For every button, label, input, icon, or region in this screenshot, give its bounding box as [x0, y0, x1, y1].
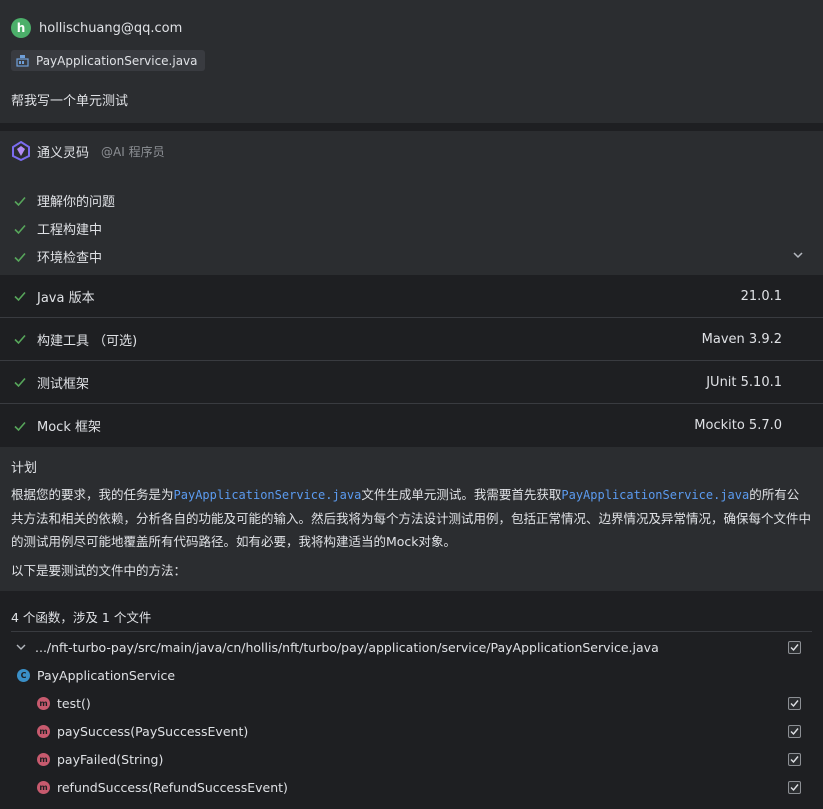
assistant-name: 通义灵码	[37, 145, 90, 161]
chevron-down-icon[interactable]	[15, 641, 27, 653]
checkbox[interactable]	[788, 780, 801, 794]
env-row-mock-framework: Mock 框架 Mockito 5.7.0	[0, 404, 823, 447]
method-icon: m	[37, 780, 50, 794]
env-label: Mock 框架	[37, 420, 101, 435]
check-icon	[14, 252, 26, 262]
file-path: .../nft-turbo-pay/src/main/java/cn/holli…	[35, 639, 659, 655]
env-value: 21.0.1	[740, 288, 782, 304]
functions-list: 4 个函数，涉及 1 个文件 .../nft-turbo-pay/src/mai…	[0, 591, 823, 809]
user-header: h hollischuang@qq.com	[11, 18, 182, 38]
check-icon	[14, 377, 26, 388]
functions-summary: 4 个函数，涉及 1 个文件	[11, 610, 152, 625]
avatar-letter: h	[16, 21, 26, 35]
user-email: hollischuang@qq.com	[39, 20, 183, 36]
step-item: 理解你的问题	[13, 191, 115, 210]
divider	[11, 631, 812, 632]
checkbox[interactable]	[788, 752, 801, 766]
method-name: paySuccess(PaySuccessEvent)	[57, 723, 249, 739]
step-item: 工程构建中	[13, 219, 102, 238]
env-row-build-tool: 构建工具 （可选) Maven 3.9.2	[0, 318, 823, 361]
file-tree-row[interactable]: .../nft-turbo-pay/src/main/java/cn/holli…	[0, 635, 823, 659]
check-icon	[14, 421, 26, 431]
assistant-header: 通义灵码 @AI 程序员	[11, 140, 165, 162]
method-icon: m	[37, 724, 50, 738]
step-item: 环境检查中	[13, 247, 102, 266]
method-tree-row[interactable]: m payFailed(String)	[0, 747, 823, 771]
env-label: Java 版本	[37, 290, 95, 306]
file-link[interactable]: PayApplicationService.java	[561, 488, 749, 502]
method-tree-row[interactable]: m refundSuccess(RefundSuccessEvent)	[0, 775, 823, 799]
environment-check-table: Java 版本 21.0.1 构建工具 （可选) Maven 3.9.2 测试框…	[0, 275, 823, 447]
user-message-text: 帮我写一个单元测试	[11, 94, 129, 109]
check-icon	[14, 224, 26, 234]
checkbox-checked-icon	[790, 783, 799, 791]
env-value: Mockito 5.7.0	[694, 418, 782, 433]
method-name: test()	[57, 695, 91, 711]
method-tree-row[interactable]: m paySuccess(PaySuccessEvent)	[0, 719, 823, 743]
class-icon: C	[17, 668, 30, 682]
check-icon	[14, 334, 26, 345]
plan-text-segment: 文件生成单元测试。我需要首先获取	[361, 487, 562, 502]
checkbox-checked-icon	[790, 755, 799, 763]
assistant-role: @AI 程序员	[101, 144, 165, 159]
checkbox[interactable]	[788, 640, 801, 654]
checkbox-checked-icon	[790, 643, 799, 651]
env-label: 构建工具 （可选)	[37, 333, 138, 349]
method-name: payFailed(String)	[57, 751, 164, 767]
checkbox[interactable]	[788, 724, 801, 738]
check-icon	[14, 196, 26, 206]
user-avatar: h	[11, 18, 31, 38]
plan-title: 计划	[11, 461, 38, 476]
env-value: Maven 3.9.2	[701, 331, 782, 347]
method-icon: m	[37, 752, 50, 766]
check-icon	[14, 291, 26, 302]
checkbox-checked-icon	[790, 699, 799, 707]
plan-description: 根据您的要求，我的任务是为PayApplicationService.java文…	[11, 483, 811, 553]
method-tree-row[interactable]: m test()	[0, 691, 823, 715]
attached-file-name: PayApplicationService.java	[36, 53, 198, 68]
checkbox[interactable]	[788, 696, 801, 710]
step-label: 环境检查中	[37, 251, 103, 266]
chevron-down-icon[interactable]	[791, 248, 805, 262]
file-link[interactable]: PayApplicationService.java	[174, 488, 362, 502]
checkbox-checked-icon	[790, 727, 799, 735]
plan-text-segment: 根据您的要求，我的任务是为	[11, 487, 174, 502]
method-name: refundSuccess(RefundSuccessEvent)	[57, 779, 288, 795]
env-row-test-framework: 测试框架 JUnit 5.10.1	[0, 361, 823, 404]
plan-subtitle: 以下是要测试的文件中的方法：	[11, 563, 187, 578]
tongyi-lingma-logo	[11, 140, 31, 162]
user-message-panel: h hollischuang@qq.com PayApplicationServ…	[0, 0, 823, 123]
env-value: JUnit 5.10.1	[706, 374, 782, 390]
attached-file-chip[interactable]: PayApplicationService.java	[11, 50, 205, 71]
env-row-java: Java 版本 21.0.1	[0, 275, 823, 318]
step-label: 工程构建中	[37, 223, 103, 238]
method-icon: m	[37, 696, 50, 710]
env-label: 测试框架	[37, 376, 90, 392]
java-file-icon	[16, 54, 29, 67]
class-tree-row[interactable]: C PayApplicationService	[0, 663, 823, 687]
step-label: 理解你的问题	[37, 195, 116, 210]
class-name: PayApplicationService	[37, 667, 176, 683]
